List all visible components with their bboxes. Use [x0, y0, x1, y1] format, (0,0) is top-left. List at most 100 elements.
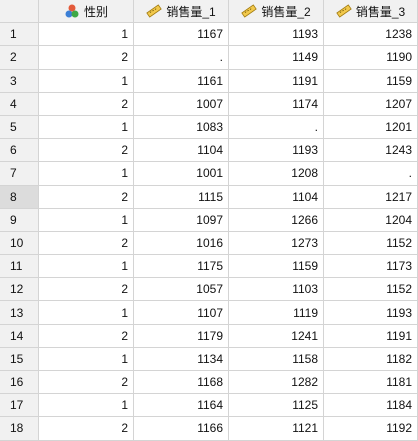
data-cell[interactable]: 2 — [39, 139, 134, 163]
data-cell[interactable]: 1166 — [134, 417, 229, 441]
data-cell[interactable]: 1 — [39, 115, 134, 140]
data-cell[interactable]: 1152 — [324, 278, 418, 302]
data-cell[interactable]: 1 — [39, 208, 134, 232]
data-cell[interactable]: 1104 — [134, 139, 229, 163]
data-cell[interactable]: 1282 — [229, 371, 324, 395]
data-cell[interactable]: 1119 — [229, 301, 324, 325]
data-cell[interactable]: 1125 — [229, 394, 324, 418]
row-number[interactable]: 14 — [0, 324, 39, 348]
row-number[interactable]: 12 — [0, 278, 39, 302]
table-row[interactable]: 10 2 1016 1273 1152 — [0, 231, 418, 256]
data-cell[interactable]: 1 — [39, 394, 134, 418]
table-row[interactable]: 2 2. 1149 1190 — [0, 46, 418, 70]
data-cell[interactable]: 1 — [39, 301, 134, 325]
data-cell[interactable]: 1 — [39, 347, 134, 371]
row-number[interactable]: 9 — [0, 208, 39, 232]
data-cell[interactable]: 1204 — [324, 208, 418, 232]
table-row[interactable]: 4 2 1007 1174 1207 — [0, 92, 418, 116]
data-cell[interactable]: 1 — [39, 23, 134, 47]
data-cell[interactable]: 1057 — [134, 278, 229, 302]
data-cell[interactable]: 1191 — [229, 69, 324, 93]
data-cell[interactable]: 2 — [39, 417, 134, 441]
data-cell[interactable]: 1152 — [324, 231, 418, 256]
row-number[interactable]: 8 — [0, 185, 39, 209]
row-number[interactable]: 6 — [0, 139, 39, 163]
data-cell[interactable]: 1001 — [134, 162, 229, 186]
table-row[interactable]: 16 2 1168 1282 1181 — [0, 371, 418, 395]
column-header-sales-1[interactable]: 销售量_1 — [134, 0, 229, 24]
data-cell[interactable]: 2 — [39, 92, 134, 116]
data-cell[interactable]: 2 — [39, 278, 134, 302]
data-cell[interactable]: 1107 — [134, 301, 229, 325]
table-row[interactable]: 18 2 1166 1121 1192 — [0, 417, 418, 441]
row-number[interactable]: 4 — [0, 92, 39, 116]
data-cell[interactable]: 1173 — [324, 255, 418, 279]
data-cell[interactable]: 1103 — [229, 278, 324, 302]
data-cell[interactable]: 1161 — [134, 69, 229, 93]
data-cell[interactable]: 1182 — [324, 347, 418, 371]
corner-cell[interactable] — [0, 0, 39, 24]
data-cell[interactable]: 1266 — [229, 208, 324, 232]
table-row[interactable]: 13 1 1107 1119 1193 — [0, 301, 418, 325]
row-number[interactable]: 17 — [0, 394, 39, 418]
data-cell[interactable]: 2 — [39, 46, 134, 70]
table-row[interactable]: 5 1 1083. 1201 — [0, 115, 418, 140]
data-cell[interactable]: 1 — [39, 162, 134, 186]
data-cell[interactable]: 1207 — [324, 92, 418, 116]
data-cell[interactable]: 1164 — [134, 394, 229, 418]
data-cell[interactable]: 1193 — [229, 23, 324, 47]
data-cell[interactable]: 1208 — [229, 162, 324, 186]
data-cell[interactable]: 1241 — [229, 324, 324, 348]
data-cell[interactable]: 1083 — [134, 115, 229, 140]
row-number[interactable]: 18 — [0, 417, 39, 441]
data-cell[interactable]: 1 — [39, 69, 134, 93]
table-row[interactable]: 17 1 1164 1125 1184 — [0, 394, 418, 418]
data-cell[interactable]: 1179 — [134, 324, 229, 348]
data-cell[interactable]: 1016 — [134, 231, 229, 256]
row-number[interactable]: 13 — [0, 301, 39, 325]
column-header-sales-3[interactable]: 销售量_3 — [324, 0, 418, 24]
data-cell[interactable]: 1158 — [229, 347, 324, 371]
data-cell[interactable]: 1159 — [324, 69, 418, 93]
data-cell[interactable]: 1159 — [229, 255, 324, 279]
data-cell[interactable]: . — [229, 115, 324, 140]
data-cell[interactable]: 1175 — [134, 255, 229, 279]
table-row[interactable]: 14 2 1179 1241 1191 — [0, 324, 418, 348]
data-cell[interactable]: 1174 — [229, 92, 324, 116]
data-cell[interactable]: 1097 — [134, 208, 229, 232]
row-number[interactable]: 16 — [0, 371, 39, 395]
data-cell[interactable]: . — [324, 162, 418, 186]
data-cell[interactable]: 1193 — [229, 139, 324, 163]
data-cell[interactable]: . — [134, 46, 229, 70]
data-cell[interactable]: 1 — [39, 255, 134, 279]
data-cell[interactable]: 1217 — [324, 185, 418, 209]
data-cell[interactable]: 1149 — [229, 46, 324, 70]
table-row[interactable]: 8 2 1115 1104 1217 — [0, 185, 418, 209]
table-row[interactable]: 9 1 1097 1266 1204 — [0, 208, 418, 232]
data-cell[interactable]: 1181 — [324, 371, 418, 395]
data-cell[interactable]: 1121 — [229, 417, 324, 441]
data-cell[interactable]: 1104 — [229, 185, 324, 209]
data-cell[interactable]: 1190 — [324, 46, 418, 70]
data-cell[interactable]: 2 — [39, 324, 134, 348]
row-number[interactable]: 10 — [0, 231, 39, 256]
data-cell[interactable]: 1007 — [134, 92, 229, 116]
data-cell[interactable]: 1273 — [229, 231, 324, 256]
data-cell[interactable]: 1191 — [324, 324, 418, 348]
data-cell[interactable]: 1193 — [324, 301, 418, 325]
data-cell[interactable]: 1115 — [134, 185, 229, 209]
data-cell[interactable]: 1184 — [324, 394, 418, 418]
row-number[interactable]: 7 — [0, 162, 39, 186]
column-header-sales-2[interactable]: 销售量_2 — [229, 0, 324, 24]
table-row[interactable]: 12 2 1057 1103 1152 — [0, 278, 418, 302]
data-cell[interactable]: 1134 — [134, 347, 229, 371]
row-number[interactable]: 2 — [0, 46, 39, 70]
table-row[interactable]: 6 2 1104 1193 1243 — [0, 139, 418, 163]
data-cell[interactable]: 1192 — [324, 417, 418, 441]
data-cell[interactable]: 2 — [39, 231, 134, 256]
data-cell[interactable]: 1243 — [324, 139, 418, 163]
row-number[interactable]: 5 — [0, 115, 39, 140]
data-cell[interactable]: 1238 — [324, 23, 418, 47]
table-row[interactable]: 15 1 1134 1158 1182 — [0, 347, 418, 371]
data-cell[interactable]: 2 — [39, 371, 134, 395]
